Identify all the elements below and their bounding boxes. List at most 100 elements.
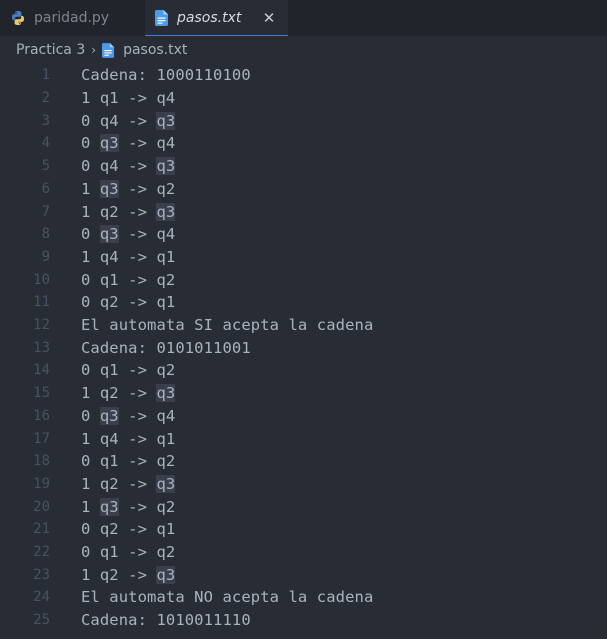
editor-line[interactable]: 16 0 q3 -> q4: [0, 405, 607, 428]
editor-line[interactable]: 25 Cadena: 1010011110: [0, 609, 607, 632]
breadcrumb: Practica 3 › pasos.txt: [0, 36, 607, 64]
line-number: 3: [41, 112, 50, 129]
python-icon: [10, 10, 26, 26]
word-highlight: q3: [156, 384, 176, 403]
breadcrumb-folder[interactable]: Practica 3: [16, 42, 85, 58]
line-number: 9: [41, 248, 50, 265]
line-text: 1 q4 -> q1: [81, 429, 176, 448]
line-number: 2: [41, 90, 50, 107]
editor-line[interactable]: 7 1 q2 -> q3: [0, 200, 607, 223]
line-number: 14: [33, 362, 50, 379]
line-text: El automata SI acepta la cadena: [81, 316, 374, 335]
editor-line[interactable]: 11 0 q2 -> q1: [0, 291, 607, 314]
editor-line[interactable]: 12 El automata SI acepta la cadena: [0, 314, 607, 337]
line-text: 0 q1 -> q2: [81, 452, 176, 471]
line-number: 6: [41, 180, 50, 197]
editor-line[interactable]: 6 1 q3 -> q2: [0, 178, 607, 201]
line-text: 0 q1 -> q2: [81, 270, 176, 289]
line-text: 1 q2 -> q3: [81, 565, 176, 584]
editor-line[interactable]: 18 0 q1 -> q2: [0, 450, 607, 473]
editor-line[interactable]: 23 1 q2 -> q3: [0, 563, 607, 586]
word-highlight: q3: [156, 474, 176, 493]
line-text: 0 q1 -> q2: [81, 361, 176, 380]
word-highlight: q3: [156, 157, 176, 176]
editor-line[interactable]: 15 1 q2 -> q3: [0, 382, 607, 405]
line-number: 8: [41, 226, 50, 243]
tab-pasos-txt[interactable]: pasos.txt ✕: [145, 0, 288, 36]
line-text: 0 q3 -> q4: [81, 225, 176, 244]
editor-line[interactable]: 2 1 q1 -> q4: [0, 87, 607, 110]
line-text: 0 q4 -> q3: [81, 111, 176, 130]
editor-line[interactable]: 24 El automata NO acepta la cadena: [0, 586, 607, 609]
editor-line[interactable]: 1 Cadena: 1000110100: [0, 64, 607, 87]
line-number: 11: [33, 294, 50, 311]
chevron-right-icon: ›: [91, 43, 97, 57]
word-highlight: q3: [99, 497, 119, 516]
editor-line[interactable]: 22 0 q1 -> q2: [0, 541, 607, 564]
line-text: Cadena: 0101011001: [81, 338, 251, 357]
word-highlight: q3: [99, 179, 119, 198]
line-number: 13: [33, 339, 50, 356]
line-number: 20: [33, 498, 50, 515]
editor-line[interactable]: 10 0 q1 -> q2: [0, 268, 607, 291]
file-icon: [102, 42, 115, 58]
line-number: 16: [33, 407, 50, 424]
line-number: 23: [33, 566, 50, 583]
line-text: El automata NO acepta la cadena: [81, 588, 374, 607]
line-number: 4: [41, 135, 50, 152]
word-highlight: q3: [99, 134, 119, 153]
word-highlight: q3: [99, 225, 119, 244]
tab-label: pasos.txt: [177, 9, 242, 26]
file-icon: [155, 9, 169, 26]
tab-paridad-py[interactable]: paridad.py: [0, 0, 145, 36]
line-text: 1 q2 -> q3: [81, 202, 176, 221]
line-number: 10: [33, 271, 50, 288]
line-text: 0 q3 -> q4: [81, 406, 176, 425]
editor-line[interactable]: 9 1 q4 -> q1: [0, 246, 607, 269]
line-text: 0 q3 -> q4: [81, 134, 176, 153]
line-text: 1 q3 -> q2: [81, 497, 176, 516]
editor-line[interactable]: 20 1 q3 -> q2: [0, 495, 607, 518]
line-number: 18: [33, 453, 50, 470]
line-text: 0 q2 -> q1: [81, 520, 176, 539]
breadcrumb-file[interactable]: pasos.txt: [123, 42, 187, 58]
line-number: 21: [33, 521, 50, 538]
line-text: 0 q4 -> q3: [81, 157, 176, 176]
tab-label: paridad.py: [34, 10, 110, 26]
line-text: 1 q2 -> q3: [81, 474, 176, 493]
line-number: 7: [41, 203, 50, 220]
line-number: 5: [41, 158, 50, 175]
tab-bar: paridad.py pasos.txt ✕: [0, 0, 607, 36]
editor-line[interactable]: 17 1 q4 -> q1: [0, 427, 607, 450]
editor-line[interactable]: 21 0 q2 -> q1: [0, 518, 607, 541]
editor-line[interactable]: 4 0 q3 -> q4: [0, 132, 607, 155]
line-text: Cadena: 1010011110: [81, 611, 251, 630]
line-number: 24: [33, 589, 50, 606]
line-text: 1 q1 -> q4: [81, 89, 176, 108]
word-highlight: q3: [156, 202, 176, 221]
line-text: Cadena: 1000110100: [81, 66, 251, 85]
line-number: 25: [33, 612, 50, 629]
line-text: 1 q2 -> q3: [81, 384, 176, 403]
editor-line[interactable]: 3 0 q4 -> q3: [0, 109, 607, 132]
line-text: 1 q3 -> q2: [81, 179, 176, 198]
editor-line[interactable]: 14 0 q1 -> q2: [0, 359, 607, 382]
editor-line[interactable]: 13 Cadena: 0101011001: [0, 336, 607, 359]
line-number: 22: [33, 544, 50, 561]
editor-line[interactable]: 19 1 q2 -> q3: [0, 473, 607, 496]
word-highlight: q3: [156, 565, 176, 584]
line-number: 12: [33, 317, 50, 334]
line-number: 1: [41, 67, 50, 84]
line-number: 19: [33, 475, 50, 492]
line-number: 15: [33, 385, 50, 402]
line-text: 1 q4 -> q1: [81, 247, 176, 266]
editor-line[interactable]: 8 0 q3 -> q4: [0, 223, 607, 246]
editor-line[interactable]: 5 0 q4 -> q3: [0, 155, 607, 178]
line-text: 0 q2 -> q1: [81, 293, 176, 312]
line-number: 17: [33, 430, 50, 447]
close-icon[interactable]: ✕: [260, 9, 278, 27]
line-text: 0 q1 -> q2: [81, 543, 176, 562]
word-highlight: q3: [156, 111, 176, 130]
word-highlight: q3: [99, 406, 119, 425]
text-editor[interactable]: 1 Cadena: 1000110100 2 1 q1 -> q4 3 0 q4 -> q…: [0, 64, 607, 639]
